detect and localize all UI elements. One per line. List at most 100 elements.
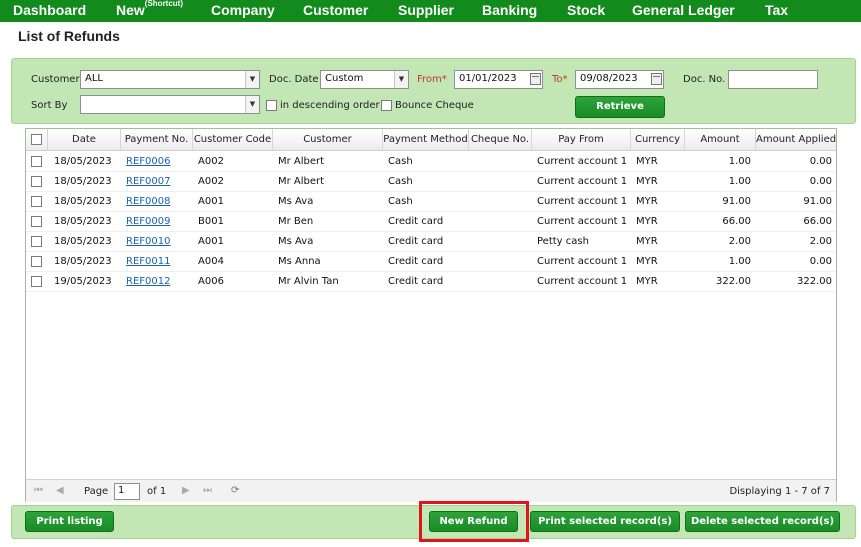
cell-payment-method: Credit card (388, 276, 444, 287)
row-checkbox[interactable] (31, 276, 42, 287)
table-row[interactable]: 18/05/2023 REF0009 B001 Mr Ben Credit card Cu… (26, 212, 836, 232)
column-header-date[interactable]: Date (48, 129, 121, 151)
calendar-icon[interactable] (530, 73, 541, 85)
doc-no-label: Doc. No. (683, 74, 726, 85)
cell-currency: MYR (636, 156, 658, 167)
cell-cheque-no (474, 192, 532, 212)
cell-currency: MYR (636, 216, 658, 227)
column-header-currency[interactable]: Currency (631, 129, 685, 151)
column-header-customer[interactable]: Customer (273, 129, 383, 151)
cell-amount-applied: 0.00 (809, 256, 832, 267)
table-row[interactable]: 18/05/2023 REF0010 A001 Ms Ava Credit card Pe… (26, 232, 836, 252)
last-page-icon[interactable]: ⏭ (203, 485, 212, 496)
row-checkbox[interactable] (31, 156, 42, 167)
table-row[interactable]: 18/05/2023 REF0007 A002 Mr Albert Cash Curren… (26, 172, 836, 192)
nav-dashboard[interactable]: Dashboard (13, 2, 86, 18)
to-date-input[interactable]: 09/08/2023 (575, 70, 664, 89)
cell-payment-method: Cash (388, 176, 413, 187)
nav-banking[interactable]: Banking (482, 2, 537, 18)
page-number-input[interactable]: 1 (114, 483, 140, 500)
doc-no-input[interactable] (728, 70, 818, 89)
cell-payment-no[interactable]: REF0007 (126, 172, 192, 192)
pagination-toolbar: ⏮ ◀ Page 1 of 1 ▶ ⏭ ⟳ Displaying 1 - 7 o… (26, 479, 836, 502)
doc-date-select[interactable]: Custom ▼ (320, 70, 409, 89)
calendar-icon[interactable] (651, 73, 662, 85)
select-all-checkbox[interactable] (31, 134, 42, 145)
row-checkbox[interactable] (31, 216, 42, 227)
row-checkbox[interactable] (31, 236, 42, 247)
cell-cheque-no (474, 212, 532, 232)
retrieve-button[interactable]: Retrieve (575, 96, 665, 118)
nav-supplier[interactable]: Supplier (398, 2, 454, 18)
cell-date: 18/05/2023 (54, 256, 112, 267)
cell-currency: MYR (636, 236, 658, 247)
cell-currency: MYR (636, 196, 658, 207)
cell-payment-no[interactable]: REF0010 (126, 232, 192, 252)
nav-company[interactable]: Company (211, 2, 275, 18)
bounce-cheque-checkbox[interactable] (381, 100, 392, 111)
cell-payment-no[interactable]: REF0012 (126, 272, 192, 292)
cell-payment-no[interactable]: REF0011 (126, 252, 192, 272)
chevron-down-icon: ▼ (394, 71, 408, 88)
nav-new-shortcut-label: (Shortcut) (144, 0, 184, 9)
print-listing-button[interactable]: Print listing (25, 511, 114, 532)
cell-amount-applied: 322.00 (797, 276, 832, 287)
row-checkbox[interactable] (31, 196, 42, 207)
cell-amount-applied: 66.00 (803, 216, 832, 227)
cell-payment-method: Credit card (388, 256, 444, 267)
previous-page-icon[interactable]: ◀ (56, 485, 64, 496)
column-header-pay-from[interactable]: Pay From (532, 129, 631, 151)
cell-payment-method: Cash (388, 156, 413, 167)
cell-customer: Ms Ava (278, 236, 314, 247)
chevron-down-icon: ▼ (245, 96, 259, 113)
nav-general-ledger[interactable]: General Ledger (632, 2, 735, 18)
refresh-icon[interactable]: ⟳ (231, 485, 239, 496)
cell-pay-from: Current account 1 (537, 156, 628, 167)
nav-customer[interactable]: Customer (303, 2, 368, 18)
cell-customer-code: B001 (198, 216, 224, 227)
table-row[interactable]: 19/05/2023 REF0012 A006 Mr Alvin Tan Credit … (26, 272, 836, 292)
row-checkbox[interactable] (31, 256, 42, 267)
cell-date: 19/05/2023 (54, 276, 112, 287)
cell-currency: MYR (636, 176, 658, 187)
table-row[interactable]: 18/05/2023 REF0006 A002 Mr Albert Cash Curren… (26, 152, 836, 172)
table-row[interactable]: 18/05/2023 REF0008 A001 Ms Ava Cash Current a… (26, 192, 836, 212)
cell-amount: 66.00 (722, 216, 751, 227)
customer-select[interactable]: ALL ▼ (80, 70, 260, 89)
sort-by-label: Sort By (31, 100, 68, 111)
cell-payment-no[interactable]: REF0008 (126, 192, 192, 212)
column-header-customer-code[interactable]: Customer Code (193, 129, 273, 151)
nav-tax[interactable]: Tax (765, 2, 788, 18)
grid-header: Date Payment No. Customer Code Customer … (26, 129, 836, 151)
delete-selected-button[interactable]: Delete selected record(s) (685, 511, 840, 532)
sort-by-select[interactable]: ▼ (80, 95, 260, 114)
column-header-cheque-no[interactable]: Cheque No. (469, 129, 532, 151)
cell-payment-no[interactable]: REF0009 (126, 212, 192, 232)
nav-new[interactable]: New(Shortcut) (116, 0, 184, 18)
cell-pay-from: Current account 1 (537, 256, 628, 267)
cell-payment-no[interactable]: REF0006 (126, 152, 192, 172)
from-label: From* (417, 74, 447, 85)
cell-amount-applied: 91.00 (803, 196, 832, 207)
displaying-count: Displaying 1 - 7 of 7 (729, 486, 830, 497)
next-page-icon[interactable]: ▶ (182, 485, 190, 496)
column-header-payment-no[interactable]: Payment No. (121, 129, 193, 151)
cell-amount: 2.00 (728, 236, 751, 247)
column-header-amount[interactable]: Amount (685, 129, 756, 151)
cell-currency: MYR (636, 276, 658, 287)
cell-pay-from: Current account 1 (537, 276, 628, 287)
row-checkbox[interactable] (31, 176, 42, 187)
nav-stock[interactable]: Stock (567, 2, 605, 18)
first-page-icon[interactable]: ⏮ (34, 485, 43, 496)
customer-select-value: ALL (85, 73, 103, 84)
column-header-amount-applied[interactable]: Amount Applied (756, 129, 836, 151)
cell-customer: Mr Alvin Tan (278, 276, 339, 287)
print-selected-button[interactable]: Print selected record(s) (530, 511, 680, 532)
from-date-input[interactable]: 01/01/2023 (454, 70, 543, 89)
cell-pay-from: Current account 1 (537, 216, 628, 227)
column-header-payment-method[interactable]: Payment Method (383, 129, 469, 151)
descending-order-checkbox[interactable] (266, 100, 277, 111)
cell-amount: 322.00 (716, 276, 751, 287)
cell-pay-from: Current account 1 (537, 196, 628, 207)
table-row[interactable]: 18/05/2023 REF0011 A004 Ms Anna Credit card C… (26, 252, 836, 272)
